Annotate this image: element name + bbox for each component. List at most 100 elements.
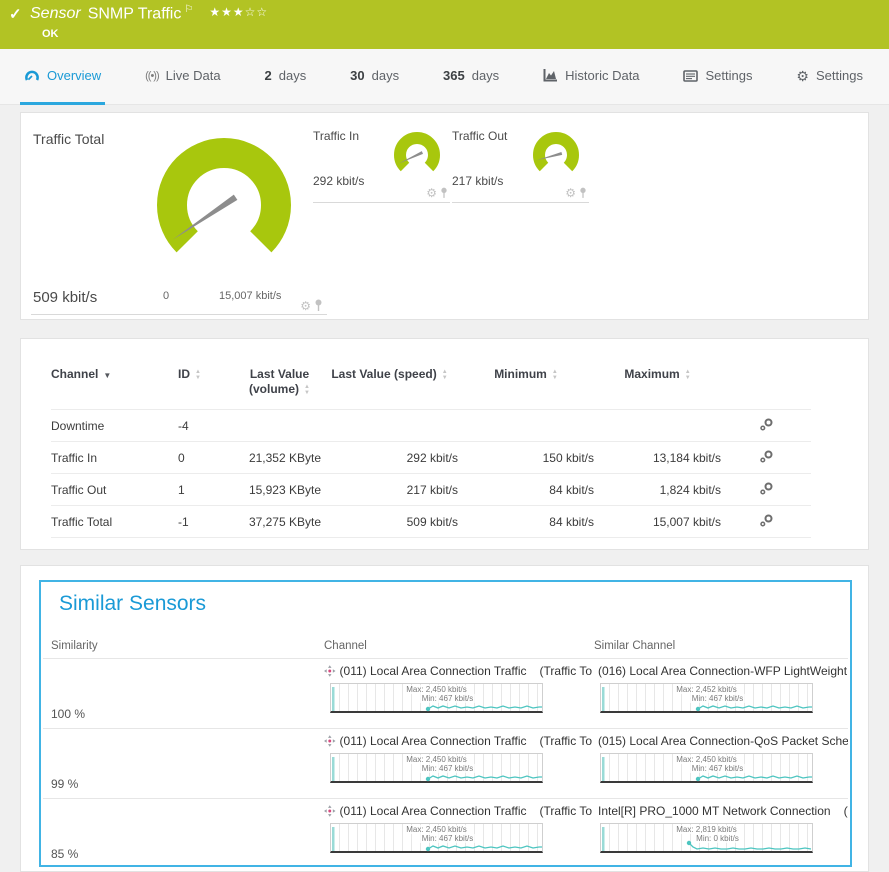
sensor-type-label: Sensor [30, 5, 81, 22]
tab-2-days[interactable]: 2 days [261, 49, 311, 105]
similar-sensors-panel: Similar Sensors Similarity Channel Simil… [20, 565, 869, 872]
log-icon [683, 70, 698, 82]
tab-365-days[interactable]: 365 days [439, 49, 503, 105]
similar-sensor-row: 99 % (011) Local Area Connection Traffic… [43, 728, 848, 798]
pin-icon[interactable] [440, 187, 448, 199]
col-header-last-value-volume[interactable]: Last Value (volume)▲▼ [238, 357, 321, 410]
tab-30-days[interactable]: 30 days [346, 49, 403, 105]
tab-settings[interactable]: ⚙ Settings Log Settings Settings [792, 49, 867, 105]
edit-channel-icon[interactable] [759, 450, 773, 463]
traffic-total-gauge-block: Traffic Total 509 kbit/s 0 15,007 kbit/s… [31, 123, 327, 315]
tab-live-data[interactable]: ((•)) Live Data [141, 49, 224, 105]
historic-chart-icon [543, 69, 558, 82]
gauge-scale-max: 15,007 kbit/s [219, 290, 281, 302]
gauge-settings-icon[interactable]: ⚙ [565, 187, 576, 199]
traffic-total-gauge [139, 129, 309, 279]
traffic-in-gauge-block: Traffic In 292 kbit/s ⚙ [313, 127, 450, 203]
gauge-settings-icon[interactable]: ⚙ [426, 187, 437, 199]
graph-min-label: Min: 467 kbit/s [420, 764, 476, 773]
similarity-value: 85 % [51, 847, 78, 861]
similar-sensors-box: Similar Sensors Similarity Channel Simil… [39, 580, 852, 867]
mini-graph: Max: 2,450 kbit/sMin: 467 kbit/s [330, 823, 543, 853]
col-header-minimum[interactable]: Minimum▲▼ [458, 357, 594, 410]
traffic-in-gauge [386, 127, 448, 185]
gauge-label: Traffic In [313, 129, 359, 143]
edit-channel-icon[interactable] [759, 514, 773, 527]
similar-channel-link[interactable]: Intel[R] PRO_1000 MT Network Connection … [594, 804, 848, 818]
channel-name[interactable]: Traffic Out [51, 474, 178, 506]
col-header-similarity: Similarity [51, 640, 98, 652]
table-row: Traffic Total -1 37,275 KByte 509 kbit/s… [51, 506, 811, 538]
channel-table: Channel▼ ID▲▼ Last Value (volume)▲▼ Last… [51, 357, 811, 538]
gauge-label: Traffic Out [452, 129, 507, 143]
col-header-id[interactable]: ID▲▼ [178, 357, 238, 410]
channel-crosshair-icon [324, 665, 336, 677]
graph-min-label: Min: 467 kbit/s [420, 694, 476, 703]
col-header-maximum[interactable]: Maximum▲▼ [594, 357, 721, 410]
gauge-value: 509 kbit/s [33, 289, 97, 306]
sort-icon: ▲▼ [304, 384, 310, 396]
flag-icon[interactable]: ⚐ [184, 4, 193, 15]
edit-channel-icon[interactable] [759, 418, 773, 431]
graph-max-label: Max: 2,819 kbit/s [674, 825, 738, 834]
graph-min-label: Min: 0 kbit/s [694, 834, 741, 843]
graph-max-label: Max: 2,450 kbit/s [404, 685, 468, 694]
channel-name[interactable]: Traffic Total [51, 506, 178, 538]
status-check-icon: ✓ [9, 5, 22, 23]
traffic-out-gauge [525, 127, 587, 185]
channel-name[interactable]: Traffic In [51, 442, 178, 474]
tab-settings-label: Settings [816, 68, 863, 83]
similar-channel-link[interactable]: (015) Local Area Connection-QoS Packet S… [594, 734, 848, 748]
similar-sensor-row: 85 % (011) Local Area Connection Traffic… [43, 798, 848, 868]
live-data-icon: ((•)) [145, 70, 159, 82]
col-header-last-value-speed[interactable]: Last Value (speed)▲▼ [321, 357, 458, 410]
tab-bar: Overview ((•)) Live Data 2 days 30 days … [0, 49, 889, 105]
settings-gear-icon: ⚙ [796, 69, 809, 83]
status-badge: OK [42, 28, 59, 40]
edit-channel-icon[interactable] [759, 482, 773, 495]
sort-icon: ▲▼ [195, 369, 201, 381]
gauge-value: 292 kbit/s [313, 174, 364, 188]
section-title: Similar Sensors [59, 592, 206, 616]
mini-graph: Max: 2,452 kbit/sMin: 467 kbit/s [600, 683, 813, 713]
channel-link[interactable]: (011) Local Area Connection Traffic (Tra… [324, 664, 592, 678]
mini-graph: Max: 2,819 kbit/sMin: 0 kbit/s [600, 823, 813, 853]
sensor-status-header: ✓ Sensor SNMP Traffic⚐ ★★★☆☆ OK [0, 0, 889, 49]
channel-table-panel: Channel▼ ID▲▼ Last Value (volume)▲▼ Last… [20, 338, 869, 550]
graph-min-label: Min: 467 kbit/s [690, 764, 746, 773]
gauge-value: 217 kbit/s [452, 174, 503, 188]
sort-desc-icon: ▼ [103, 371, 111, 380]
gauge-label: Traffic Total [33, 131, 104, 147]
pin-icon[interactable] [314, 299, 323, 312]
similar-channel-link[interactable]: (016) Local Area Connection-WFP LightWei… [594, 664, 848, 678]
graph-min-label: Min: 467 kbit/s [420, 834, 476, 843]
channel-crosshair-icon [324, 735, 336, 747]
col-header-similar-channel: Similar Channel [594, 640, 675, 652]
graph-max-label: Max: 2,452 kbit/s [674, 685, 738, 694]
tab-historic-data[interactable]: Historic Data [539, 49, 643, 105]
tab-overview[interactable]: Overview [20, 49, 105, 105]
channel-crosshair-icon [324, 805, 336, 817]
similar-sensor-row: 100 % (011) Local Area Connection Traffi… [43, 658, 848, 728]
similarity-value: 100 % [51, 707, 85, 721]
gauge-settings-icon[interactable]: ⚙ [300, 300, 311, 312]
table-row: Downtime -4 [51, 410, 811, 442]
tab-log[interactable]: Settings [679, 49, 756, 105]
channel-link[interactable]: (011) Local Area Connection Traffic (Tra… [324, 734, 592, 748]
channel-link[interactable]: (011) Local Area Connection Traffic (Tra… [324, 804, 592, 818]
graph-max-label: Max: 2,450 kbit/s [674, 755, 738, 764]
gauge-scale-min: 0 [163, 290, 169, 302]
priority-stars[interactable]: ★★★☆☆ [209, 5, 268, 19]
mini-graph: Max: 2,450 kbit/sMin: 467 kbit/s [600, 753, 813, 783]
similarity-value: 99 % [51, 777, 78, 791]
traffic-out-gauge-block: Traffic Out 217 kbit/s ⚙ [452, 127, 589, 203]
pin-icon[interactable] [579, 187, 587, 199]
page-title: SNMP Traffic [88, 5, 182, 22]
sort-icon: ▲▼ [442, 369, 448, 381]
channel-name[interactable]: Downtime [51, 410, 178, 442]
graph-max-label: Max: 2,450 kbit/s [404, 825, 468, 834]
graph-min-label: Min: 467 kbit/s [690, 694, 746, 703]
col-header-channel[interactable]: Channel▼ [51, 357, 178, 410]
table-row: Traffic In 0 21,352 KByte 292 kbit/s 150… [51, 442, 811, 474]
sort-icon: ▲▼ [685, 369, 691, 381]
